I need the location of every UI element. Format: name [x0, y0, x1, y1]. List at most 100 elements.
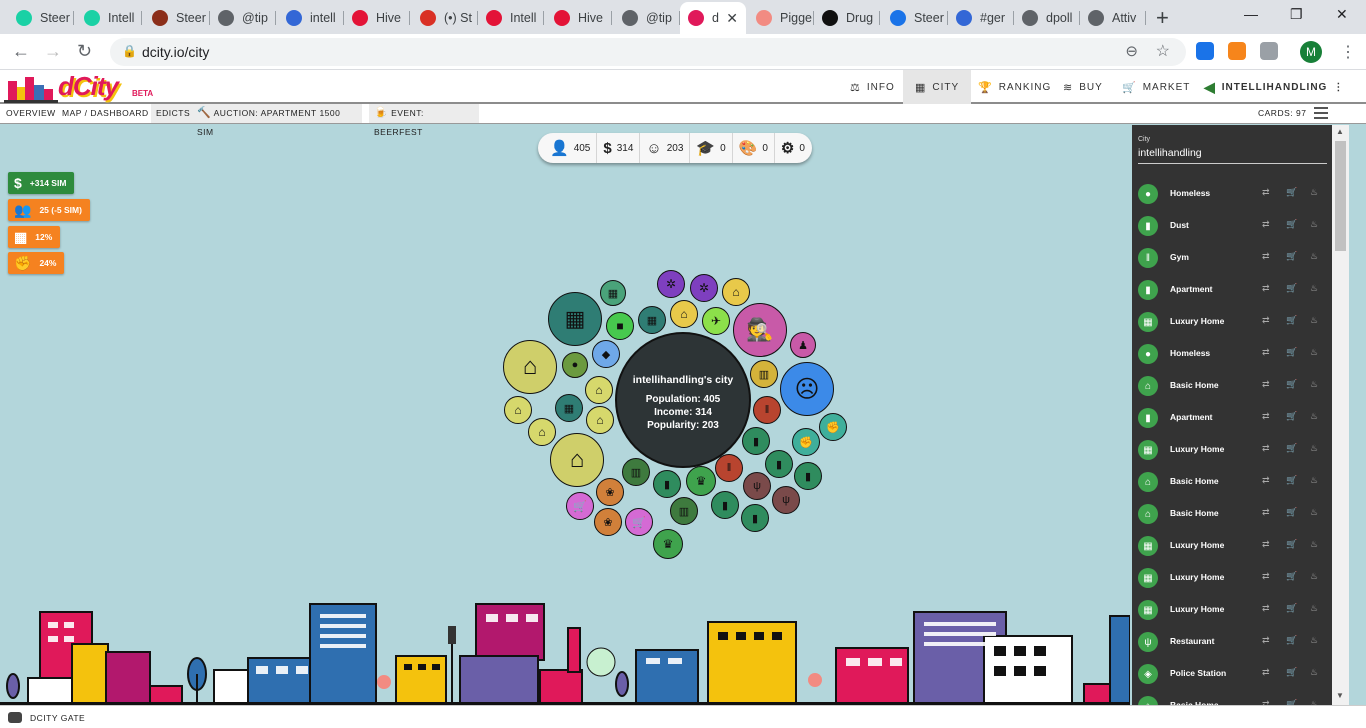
hamburger-menu-icon[interactable] [1314, 107, 1328, 119]
panel-city-name[interactable]: intellihandling [1138, 147, 1202, 159]
restaurant-bubble[interactable]: ψ [772, 486, 800, 514]
shop-bubble[interactable]: 🛒 [625, 508, 653, 536]
apartment-bubble[interactable]: ▮ [653, 470, 681, 498]
city-summary-circle[interactable]: intellihandling's city Population: 405 I… [615, 332, 751, 468]
market-cart-icon[interactable]: 🛒 [1286, 315, 1297, 326]
minimize-icon[interactable]: — [1244, 6, 1258, 22]
trash-bubble[interactable]: ▥ [750, 360, 778, 388]
burn-icon[interactable]: ♨ [1310, 283, 1318, 294]
transfer-icon[interactable]: ⇄ [1262, 411, 1270, 422]
user-menu[interactable]: ◀ INTELLIHANDLING ⋮ [1196, 70, 1352, 104]
transfer-icon[interactable]: ⇄ [1262, 443, 1270, 454]
market-cart-icon[interactable]: 🛒 [1286, 539, 1297, 550]
market-cart-icon[interactable]: 🛒 [1286, 571, 1297, 582]
browser-menu-icon[interactable]: ⋮ [1340, 42, 1356, 62]
panel-card-row[interactable]: ▮ Dust ⇄ 🛒 ♨ [1132, 211, 1332, 241]
panel-card-row[interactable]: ▦ Luxury Home ⇄ 🛒 ♨ [1132, 531, 1332, 561]
cannabis-bubble[interactable]: ✲ [657, 270, 685, 298]
panel-card-row[interactable]: ▮ Apartment ⇄ 🛒 ♨ [1132, 403, 1332, 433]
panel-card-row[interactable]: ◈ Police Station ⇄ 🛒 ♨ [1132, 659, 1332, 689]
house-bubble[interactable]: ⌂ [503, 340, 557, 394]
panel-card-row[interactable]: ▮ Apartment ⇄ 🛒 ♨ [1132, 275, 1332, 305]
scroll-up-icon[interactable]: ▲ [1336, 127, 1344, 136]
shop-bubble[interactable]: 🛒 [566, 492, 594, 520]
scrollbar-thumb[interactable] [1335, 141, 1346, 251]
scroll-down-icon[interactable]: ▼ [1336, 691, 1344, 700]
burn-icon[interactable]: ♨ [1310, 187, 1318, 198]
transfer-icon[interactable]: ⇄ [1262, 603, 1270, 614]
burn-icon[interactable]: ♨ [1310, 347, 1318, 358]
market-cart-icon[interactable]: 🛒 [1286, 251, 1297, 262]
protest-bubble[interactable]: ✊ [819, 413, 847, 441]
panel-card-row[interactable]: ⌂Basic Home⇄🛒♨ [1132, 467, 1332, 497]
transfer-icon[interactable]: ⇄ [1262, 187, 1270, 198]
gym-bubble[interactable]: ‖ [753, 396, 781, 424]
house-bubble[interactable]: ⌂ [504, 396, 532, 424]
panel-card-row[interactable]: ▦ Luxury Home ⇄ 🛒 ♨ [1132, 595, 1332, 625]
burn-icon[interactable]: ♨ [1310, 411, 1318, 422]
market-cart-icon[interactable]: 🛒 [1286, 283, 1297, 294]
market-cart-icon[interactable]: 🛒 [1286, 187, 1297, 198]
market-cart-icon[interactable]: 🛒 [1286, 507, 1297, 518]
transfer-icon[interactable]: ⇄ [1262, 347, 1270, 358]
cannabis-bubble[interactable]: ✲ [690, 274, 718, 302]
dcity-gate-link[interactable]: DCITY GATE [8, 712, 85, 723]
pet-shop-bubble[interactable]: ❀ [594, 508, 622, 536]
restaurant-bubble[interactable]: ψ [743, 472, 771, 500]
panel-card-row[interactable]: ⌂Basic Home⇄🛒♨ [1132, 691, 1332, 705]
transfer-icon[interactable]: ⇄ [1262, 539, 1270, 550]
burn-icon[interactable]: ♨ [1310, 667, 1318, 678]
burn-icon[interactable]: ♨ [1310, 443, 1318, 454]
transfer-icon[interactable]: ⇄ [1262, 315, 1270, 326]
panel-card-row[interactable]: ⌂Basic Home⇄🛒♨ [1132, 499, 1332, 529]
transfer-icon[interactable]: ⇄ [1262, 379, 1270, 390]
burn-icon[interactable]: ♨ [1310, 219, 1318, 230]
office-building-bubble[interactable]: ▦ [548, 292, 602, 346]
transfer-icon[interactable]: ⇄ [1262, 507, 1270, 518]
piggybank-bubble[interactable]: ● [562, 352, 588, 378]
close-window-icon[interactable]: ✕ [1336, 6, 1348, 23]
panel-card-row[interactable]: ▦ Luxury Home ⇄ 🛒 ♨ [1132, 435, 1332, 465]
new-tab-button[interactable]: + [1156, 5, 1169, 31]
transfer-icon[interactable]: ⇄ [1262, 571, 1270, 582]
market-cart-icon[interactable]: 🛒 [1286, 475, 1297, 486]
market-cart-icon[interactable]: 🛒 [1286, 347, 1297, 358]
burn-icon[interactable]: ♨ [1310, 571, 1318, 582]
luxury-home-bubble[interactable]: ♛ [653, 529, 683, 559]
airport-bubble[interactable]: ✈ [702, 307, 730, 335]
burn-icon[interactable]: ♨ [1310, 507, 1318, 518]
apartment-bubble[interactable]: ▮ [741, 504, 769, 532]
transfer-icon[interactable]: ⇄ [1262, 283, 1270, 294]
trash-bubble[interactable]: ▥ [670, 497, 698, 525]
cinema-bubble[interactable]: ■ [606, 312, 634, 340]
protest-bubble[interactable]: ✊ [792, 428, 820, 456]
panel-card-row[interactable]: ● Homeless ⇄ 🛒 ♨ [1132, 179, 1332, 209]
extension-icon[interactable] [1196, 42, 1214, 60]
market-cart-icon[interactable]: 🛒 [1286, 219, 1297, 230]
panel-card-row[interactable]: ● Homeless ⇄ 🛒 ♨ [1132, 339, 1332, 369]
transfer-icon[interactable]: ⇄ [1262, 475, 1270, 486]
panel-card-row[interactable]: ▦ Luxury Home ⇄ 🛒 ♨ [1132, 563, 1332, 593]
market-cart-icon[interactable]: 🛒 [1286, 411, 1297, 422]
transfer-icon[interactable]: ⇄ [1262, 219, 1270, 230]
extension-icon[interactable] [1260, 42, 1278, 60]
transfer-icon[interactable]: ⇄ [1262, 251, 1270, 262]
apartment-bubble[interactable]: ▮ [711, 491, 739, 519]
market-cart-icon[interactable]: 🛒 [1286, 603, 1297, 614]
bookmark-star-icon[interactable]: ☆ [1156, 41, 1170, 61]
metamask-icon[interactable] [1228, 42, 1246, 60]
apartment-bubble[interactable]: ▮ [794, 462, 822, 490]
house-bubble[interactable]: ⌂ [550, 433, 604, 487]
office-building-bubble[interactable]: ▦ [600, 280, 626, 306]
crime-bubble[interactable]: 🕵 [733, 303, 787, 357]
panel-card-row[interactable]: ⌂Basic Home⇄🛒♨ [1132, 371, 1332, 401]
house-bubble[interactable]: ⌂ [528, 418, 556, 446]
burn-icon[interactable]: ♨ [1310, 379, 1318, 390]
factory-bubble[interactable]: ⌂ [670, 300, 698, 328]
burn-icon[interactable]: ♨ [1310, 635, 1318, 646]
panel-card-row[interactable]: ‖ Gym ⇄ 🛒 ♨ [1132, 243, 1332, 273]
factory-bubble[interactable]: ⌂ [722, 278, 750, 306]
panel-card-row[interactable]: ▦ Luxury Home ⇄ 🛒 ♨ [1132, 307, 1332, 337]
trash-bubble[interactable]: ▥ [622, 458, 650, 486]
maximize-icon[interactable]: ❐ [1290, 6, 1303, 23]
